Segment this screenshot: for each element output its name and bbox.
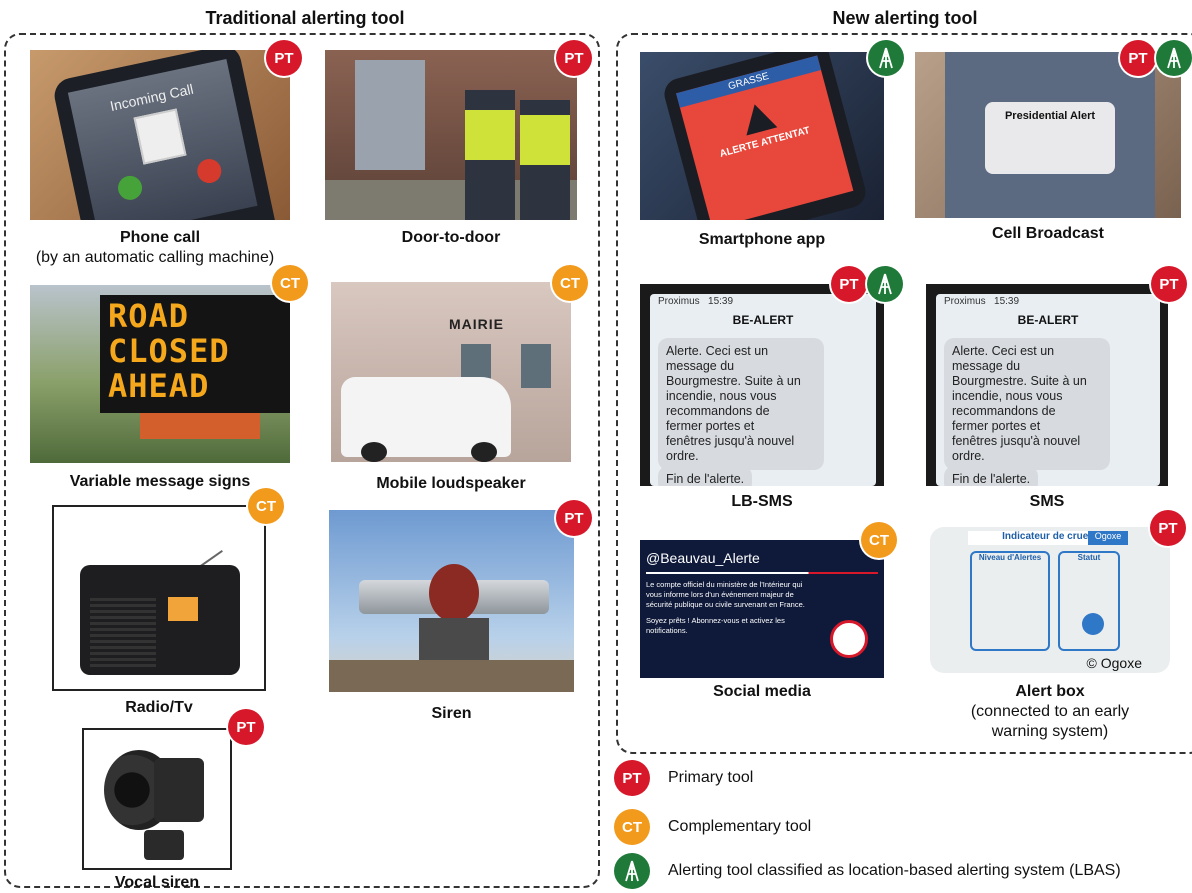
legend-pt-label: Primary tool <box>668 769 754 786</box>
mairie-text: MAIRIE <box>449 316 504 332</box>
lb-sms-message: Alerte. Ceci est un message du Bourgmest… <box>658 338 824 470</box>
door-to-door-image <box>325 50 577 220</box>
legend-primary-tool: PT Primary tool <box>614 760 753 796</box>
cell-broadcast-title: Presidential Alert <box>1004 110 1096 122</box>
legend-lbas: Alerting tool classified as location-bas… <box>614 853 1121 889</box>
vocal-siren-caption: Vocal siren <box>114 874 200 891</box>
legend-complementary-tool: CT Complementary tool <box>614 809 811 845</box>
alert-box-image: Indicateur de crues Ogoxe Niveau d'Alert… <box>930 527 1170 673</box>
sms-caption: SMS <box>1029 493 1065 510</box>
sms-header: BE-ALERT <box>1017 313 1079 327</box>
mobile-loudspeaker-image: MAIRIE <box>331 282 571 462</box>
cell-broadcast-lbas-badge <box>1156 40 1192 76</box>
alertbox-level-label: Niveau d'Alertes <box>978 553 1042 562</box>
alert-box-caption: Alert box (connected to an early warning… <box>970 683 1130 740</box>
lb-sms-header: BE-ALERT <box>732 313 794 327</box>
smartphone-app-lbas-badge <box>868 40 904 76</box>
siren-pt-badge: PT <box>556 500 592 536</box>
sms-pt-badge: PT <box>1151 266 1187 302</box>
phone-call-image: Incoming Call <box>30 50 290 220</box>
variable-message-signs-caption: Variable message signs <box>69 473 251 490</box>
social-media-ct-badge: CT <box>861 522 897 558</box>
traditional-heading: Traditional alerting tool <box>205 8 405 28</box>
road-sign-text: ROAD CLOSED AHEAD <box>108 297 230 405</box>
alertbox-status-label: Statut <box>1077 553 1101 562</box>
door-to-door-pt-badge: PT <box>556 40 592 76</box>
vocal-siren-pt-badge: PT <box>228 709 264 745</box>
legend-lbas-label: Alerting tool classified as location-bas… <box>668 862 1121 879</box>
accept-call-icon <box>115 173 144 203</box>
phone-call-pt-badge: PT <box>266 40 302 76</box>
warning-triangle-icon <box>739 100 778 136</box>
lb-sms-caption: LB-SMS <box>731 493 793 510</box>
legend-pt-badge: PT <box>614 760 650 796</box>
cell-broadcast-caption: Cell Broadcast <box>991 225 1105 242</box>
alertbox-brand: Ogoxe <box>1088 531 1128 545</box>
sms-message: Alerte. Ceci est un message du Bourgmest… <box>944 338 1110 470</box>
new-heading: New alerting tool <box>832 8 978 28</box>
alertbox-copyright: © Ogoxe <box>1086 655 1142 671</box>
decline-call-icon <box>194 156 224 186</box>
lb-sms-end: Fin de l'alerte. <box>658 466 753 486</box>
mobile-loudspeaker-caption: Mobile loudspeaker <box>376 475 526 492</box>
legend-ct-badge: CT <box>614 809 650 845</box>
radio-image <box>52 505 266 691</box>
variable-message-sign-image: ROAD CLOSED AHEAD <box>30 285 290 463</box>
vocal-siren-image <box>82 728 232 870</box>
smartphone-app-caption: Smartphone app <box>698 231 826 248</box>
siren-image <box>329 510 574 692</box>
legend-lbas-icon <box>614 853 650 889</box>
social-handle-text: @Beauvau_Alerte <box>646 550 760 566</box>
alarm-bell-icon <box>830 620 868 658</box>
social-subscribe-text: Soyez prêts ! Abonnez-vous et activez le… <box>646 616 785 635</box>
lb-sms-lbas-badge <box>867 266 903 302</box>
siren-caption: Siren <box>431 705 472 722</box>
cell-broadcast-pt-badge: PT <box>1120 40 1156 76</box>
lb-sms-pt-badge: PT <box>831 266 867 302</box>
mobile-loudspeaker-ct-badge: CT <box>552 265 588 301</box>
variable-message-signs-ct-badge: CT <box>272 265 308 301</box>
social-media-caption: Social media <box>713 683 811 700</box>
contact-avatar-icon <box>133 108 187 165</box>
app-city-text: GRASSE <box>676 55 822 108</box>
alert-box-pt-badge: PT <box>1150 510 1186 546</box>
phone-call-caption: Phone call (by an automatic calling mach… <box>35 229 275 266</box>
legend-ct-label: Complementary tool <box>668 818 812 835</box>
social-description-text: Le compte officiel du ministère de l'Int… <box>646 580 805 609</box>
door-to-door-caption: Door-to-door <box>401 229 501 246</box>
sms-image: Proximus 15:39 BE-ALERT Alerte. Ceci est… <box>926 284 1168 486</box>
radio-tv-ct-badge: CT <box>248 488 284 524</box>
cell-broadcast-image: Presidential Alert <box>915 52 1181 218</box>
lb-sms-image: Proximus 15:39 BE-ALERT Alerte. Ceci est… <box>640 284 884 486</box>
sms-end: Fin de l'alerte. <box>944 466 1039 486</box>
social-media-image: @Beauvau_Alerte Le compte officiel du mi… <box>640 540 884 678</box>
smartphone-app-image: GRASSE ALERTE ATTENTAT <box>640 52 884 220</box>
